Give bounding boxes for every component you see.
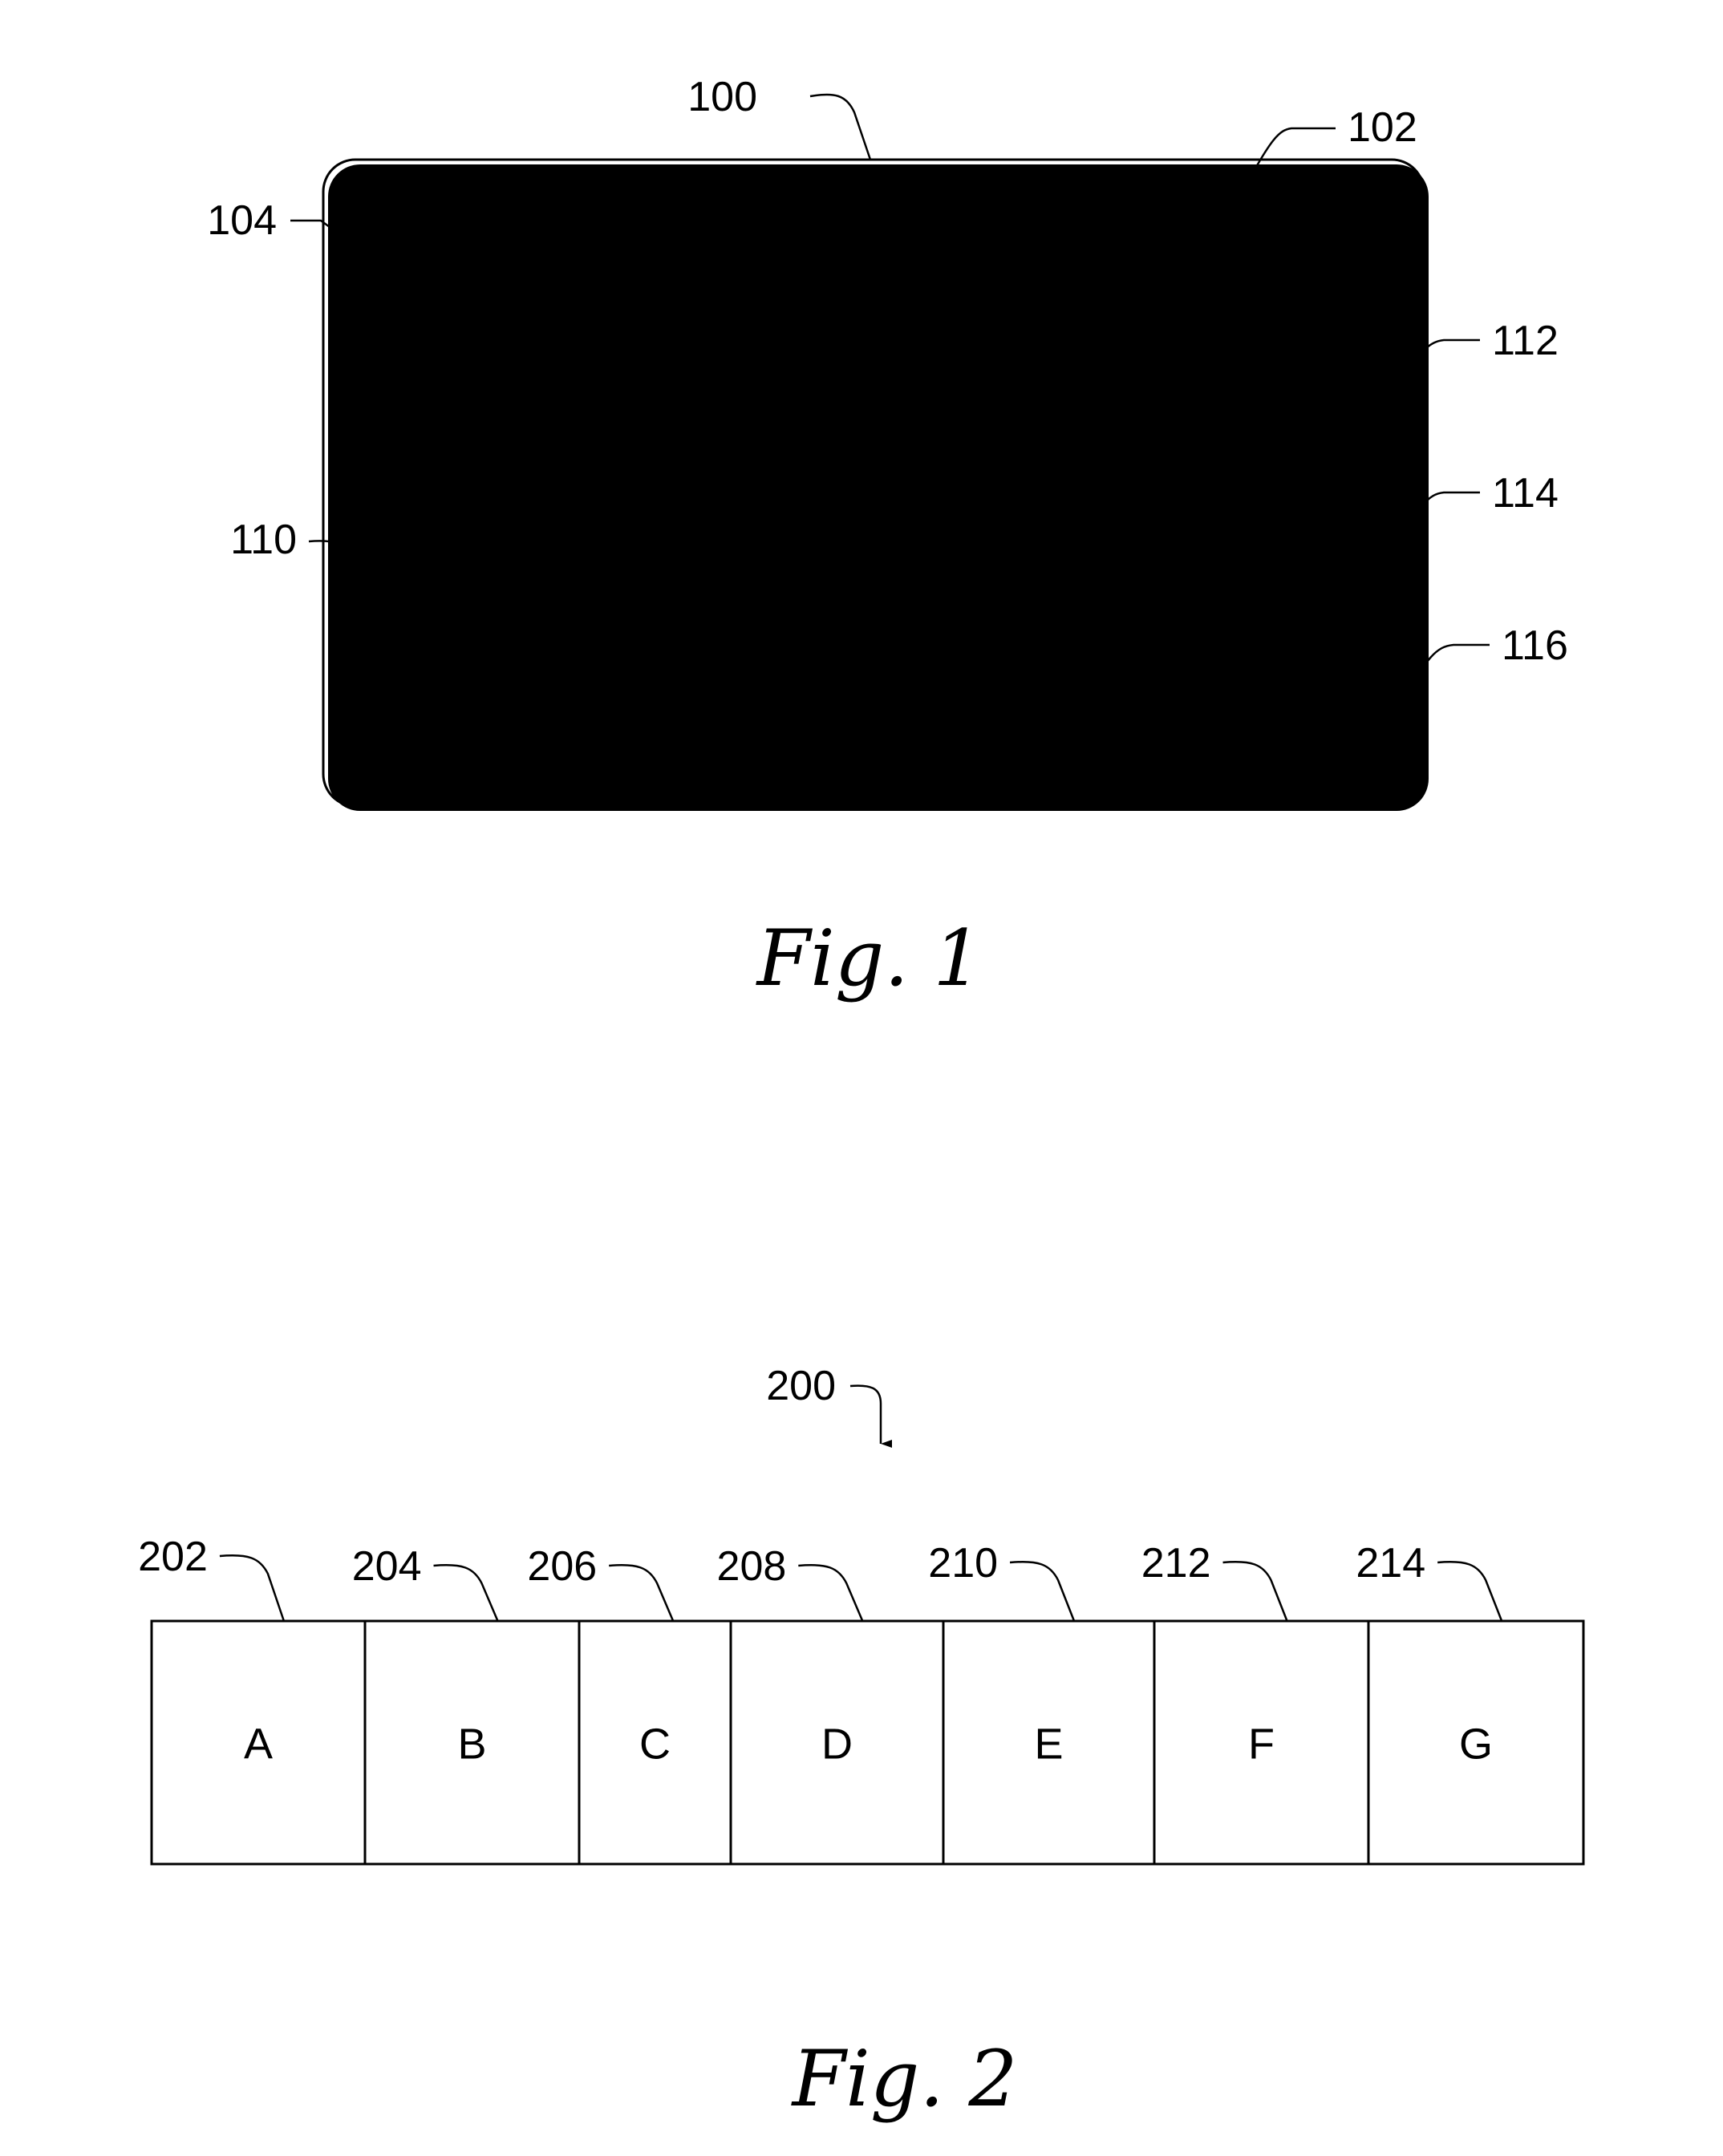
figure-2: 200 A 202 B 204 C 206 D 208 E 210 F 212 G 214 Fig. 2 <box>138 1363 1585 2124</box>
display-label: Display <box>1185 529 1332 579</box>
computer-label: Computer <box>628 188 825 238</box>
ref-number: 100 <box>687 74 757 120</box>
cell-label: A <box>244 1720 273 1769</box>
ref-number: 210 <box>928 1540 998 1587</box>
processor-box: Processor <box>1111 188 1380 318</box>
figure-1: Computer 100 RAM 104 File System 106 Exe… <box>207 74 1568 1003</box>
ref-200: 200 <box>766 1363 892 1448</box>
ref-number: 206 <box>527 1543 597 1590</box>
memory-cell-d: D 208 <box>717 1543 945 1866</box>
nonlinear-memory-box: Non-linear Memory <box>353 561 910 739</box>
execution-area-line2: Area <box>732 403 828 453</box>
memory-cell-b: B 204 <box>352 1543 581 1866</box>
file-system-line2: System <box>416 403 566 453</box>
processor-label: Processor <box>1143 224 1345 274</box>
leader-line <box>1009 1561 1076 1622</box>
memory-cell-e: E 210 <box>928 1540 1156 1866</box>
ram-label: RAM <box>579 280 679 330</box>
ref-number: 106 <box>353 286 423 332</box>
display-box: Display <box>1126 494 1394 624</box>
ref-number: 204 <box>352 1543 422 1590</box>
execution-area-line1: Execution <box>681 347 878 398</box>
leader-line <box>1437 1561 1503 1622</box>
ref-number: 102 <box>1348 104 1417 151</box>
ref-number: 116 <box>1502 622 1568 669</box>
leader-line <box>219 1554 286 1622</box>
leader-line <box>433 1564 499 1622</box>
power-supply-line2: Supply <box>1175 402 1312 452</box>
pointer-arrow <box>849 1384 892 1448</box>
leader-line <box>809 93 872 160</box>
ref-number: 108 <box>830 286 900 332</box>
leader-line <box>798 1564 864 1622</box>
cell-label: F <box>1248 1720 1275 1769</box>
ref-number: 208 <box>717 1543 787 1590</box>
input-output-line2: Output <box>1200 707 1336 757</box>
memory-cell-a: A 202 <box>138 1534 367 1866</box>
nonlinear-memory-label: Non-linear Memory <box>438 619 820 670</box>
cell-label: D <box>821 1720 853 1769</box>
cell-label: C <box>639 1720 671 1769</box>
figure-2-caption: Fig. 2 <box>791 2034 1018 2124</box>
ref-number: 112 <box>1492 318 1559 364</box>
input-output-box: Input / Output <box>1135 646 1404 777</box>
ref-number: 214 <box>1356 1540 1425 1587</box>
leader-line <box>1222 1561 1288 1622</box>
memory-cells: A 202 B 204 C 206 D 208 E 210 F 212 G 214 <box>138 1534 1585 1866</box>
cell-label: B <box>457 1720 486 1769</box>
input-output-line1: Input / <box>1205 652 1330 703</box>
power-supply-box: Power Supply <box>1111 342 1380 472</box>
ref-100: 100 <box>687 74 872 160</box>
ref-number: 114 <box>1492 470 1559 517</box>
file-system-line1: File <box>455 347 527 398</box>
ref-number: 104 <box>207 197 277 244</box>
memory-cell-g: G 214 <box>1356 1540 1585 1866</box>
ref-number: 110 <box>230 517 297 563</box>
cell-label: E <box>1034 1720 1063 1769</box>
leader-line <box>609 1564 675 1622</box>
ref-number: 202 <box>138 1534 208 1580</box>
ref-number: 212 <box>1141 1540 1211 1587</box>
figure-1-caption: Fig. 1 <box>756 914 983 1003</box>
memory-cell-f: F 212 <box>1141 1540 1370 1866</box>
ref-number: 200 <box>766 1363 836 1409</box>
cell-label: G <box>1459 1720 1493 1769</box>
power-supply-line1: Power <box>1181 347 1308 398</box>
patent-figures: Computer 100 RAM 104 File System 106 Exe… <box>138 74 1585 2124</box>
